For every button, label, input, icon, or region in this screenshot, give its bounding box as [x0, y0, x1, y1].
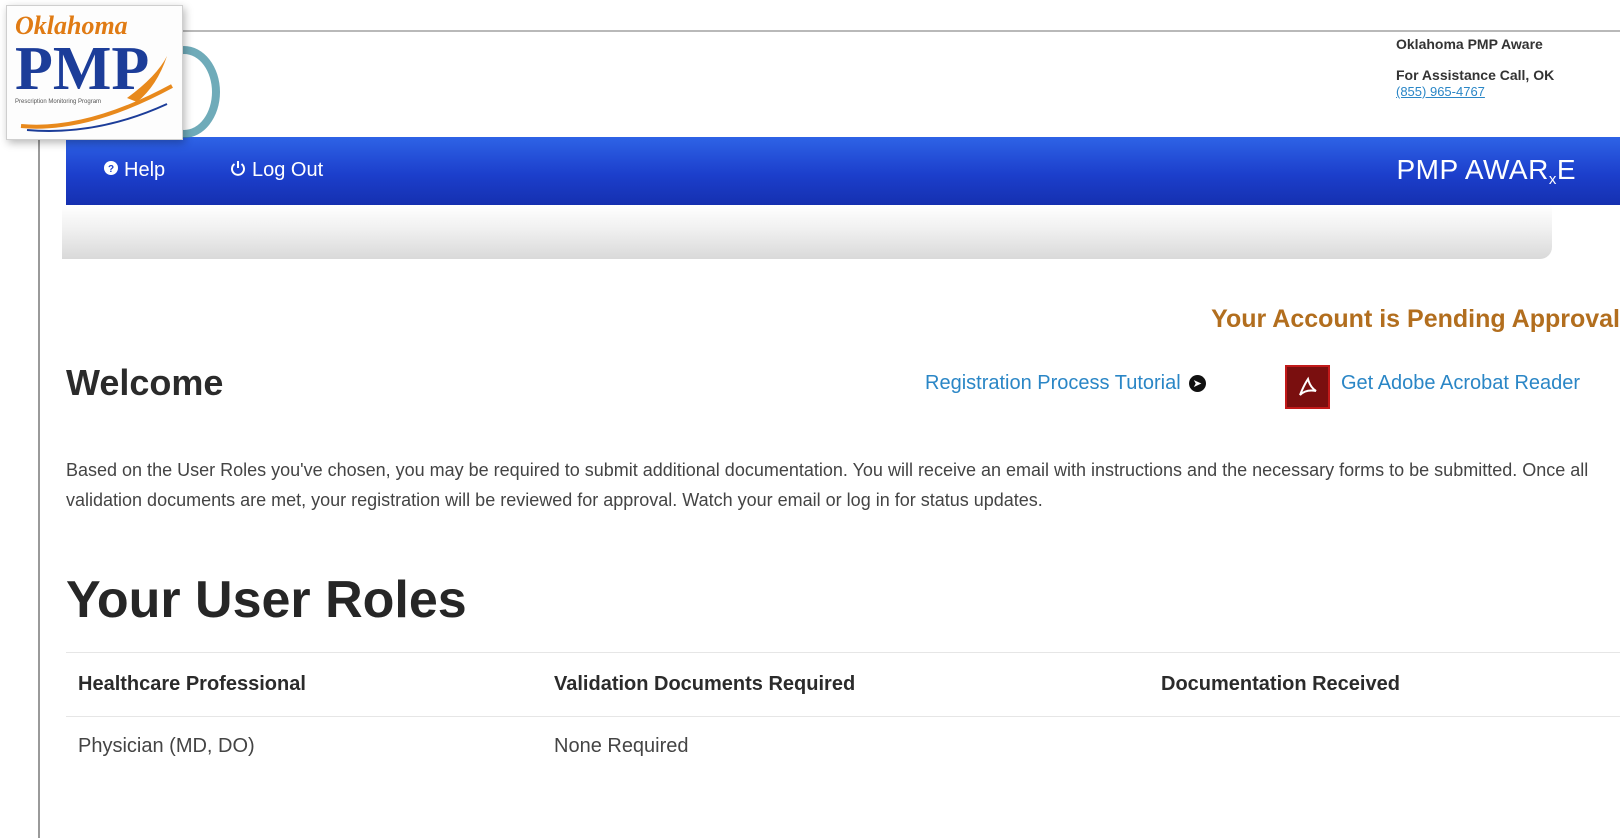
- table-row: Physician (MD, DO) None Required: [66, 717, 1620, 777]
- column-header-healthcare-professional: Healthcare Professional: [66, 652, 542, 717]
- page-frame-left: [38, 30, 40, 838]
- svg-text:PMP: PMP: [15, 35, 149, 103]
- oklahoma-pmp-logo: Oklahoma PMP Prescription Monitoring Pro…: [6, 5, 183, 140]
- svg-text:?: ?: [108, 164, 114, 175]
- pmp-aware-brand: PMP AWARxE: [1396, 154, 1576, 188]
- assistance-phone-link[interactable]: (855) 965-4767: [1396, 84, 1620, 99]
- subheader-bar: [62, 205, 1552, 259]
- power-icon: [230, 160, 246, 181]
- help-label: Help: [124, 159, 166, 181]
- registration-tutorial-link[interactable]: Registration Process Tutorial ➤: [925, 372, 1206, 395]
- user-roles-heading: Your User Roles: [66, 571, 467, 629]
- registration-info-paragraph: Based on the User Roles you've chosen, y…: [66, 460, 1589, 510]
- column-header-documentation-received: Documentation Received: [1149, 652, 1620, 717]
- get-adobe-reader-link[interactable]: Get Adobe Acrobat Reader: [1341, 372, 1580, 395]
- main-navbar: ? Help Log Out PMP AWARxE: [66, 137, 1620, 205]
- column-header-validation-documents: Validation Documents Required: [542, 652, 1149, 717]
- account-status-text: Your Account is Pending Approval: [1211, 305, 1620, 333]
- logout-link[interactable]: Log Out: [230, 159, 323, 182]
- question-circle-icon: ?: [104, 161, 118, 180]
- svg-text:Prescription Monitoring Progra: Prescription Monitoring Program: [15, 99, 101, 105]
- table-header-row: Healthcare Professional Validation Docum…: [66, 652, 1620, 717]
- documentation-received-cell: [1149, 717, 1620, 777]
- user-roles-table: Healthcare Professional Validation Docum…: [66, 652, 1620, 776]
- arrow-right-circle-icon: ➤: [1188, 375, 1206, 392]
- validation-docs-cell: None Required: [554, 735, 689, 757]
- page-frame-top: [38, 30, 1620, 32]
- tutorial-link-label: Registration Process Tutorial: [925, 372, 1181, 394]
- welcome-heading: Welcome: [66, 362, 224, 403]
- logout-label: Log Out: [252, 159, 324, 181]
- help-link[interactable]: ? Help: [104, 159, 165, 182]
- assistance-label: For Assistance Call, OK: [1396, 67, 1555, 83]
- site-name: Oklahoma PMP Aware: [1396, 36, 1543, 52]
- header-contact-info: Oklahoma PMP Aware For Assistance Call, …: [1396, 36, 1620, 99]
- role-name-cell: Physician (MD, DO): [78, 735, 255, 757]
- adobe-pdf-icon[interactable]: [1285, 365, 1330, 409]
